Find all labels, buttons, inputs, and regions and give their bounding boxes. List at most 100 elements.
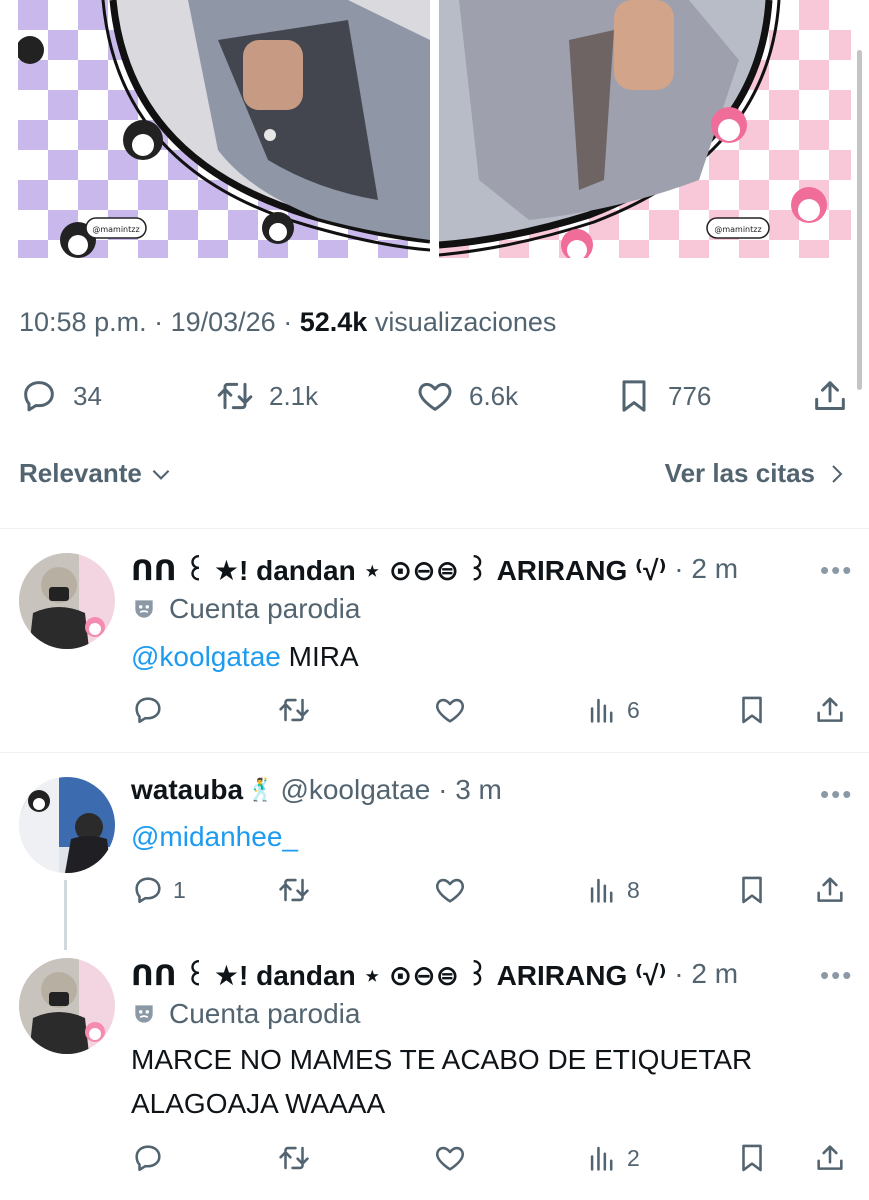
name-emoji: 🕺 [247,777,275,802]
bookmark-icon [742,696,762,724]
like-button[interactable] [433,865,467,915]
bar-chart-icon [590,698,613,723]
sort-relevance-dropdown[interactable]: Relevante [19,458,174,489]
bookmark-button[interactable] [735,1133,769,1183]
views-count[interactable]: 52.4k [300,307,368,337]
tweet-date[interactable]: 19/03/26 [171,307,276,337]
tweet-timestamp: 10:58 p.m. · 19/03/26 · 52.4k visualizac… [19,307,557,337]
retweet-icon [279,1146,309,1170]
view-quotes-link[interactable]: Ver las citas [665,458,849,489]
avatar[interactable] [19,958,115,1054]
reply-time[interactable]: 2 m [691,553,738,585]
avatar[interactable] [19,777,115,873]
scrollbar[interactable] [857,50,862,390]
chevron-down-icon [152,469,170,480]
like-button[interactable] [433,1133,467,1183]
reply-time[interactable]: 3 m [455,774,502,806]
share-button[interactable] [813,1133,847,1183]
avatar[interactable] [19,553,115,649]
tweet-action-bar: 34 2.1k 6.6k 776 [0,368,869,424]
bar-chart-icon [590,878,613,903]
divider [0,752,869,753]
reply-header: ᑎᑎ ꒰ ★! dandan ⋆ ⊙⊖⊜ ꒱ ARIRANG ⁽√⁾ · 2 m [131,955,738,992]
reply-action-bar: 1 8 [0,865,869,915]
bar-chart-icon [590,1146,613,1171]
reply-time[interactable]: 2 m [691,958,738,990]
share-icon [817,877,843,902]
share-icon [817,697,843,722]
reply-count: 1 [173,876,186,903]
reply-icon [135,1145,161,1172]
reply-text-line: ALAGOAJA WAAAA [131,1088,386,1119]
bookmark-button[interactable] [735,865,769,915]
bookmark-count: 776 [668,380,712,411]
reply-button[interactable]: 34 [19,368,102,424]
reply-text-body: MIRA [280,641,359,672]
tweet-image-left[interactable]: @mamintzz [18,0,430,258]
views-count: 8 [627,876,640,903]
reply-text-line: MARCE NO MAMES TE ACABO DE ETIQUETAR [131,1044,753,1075]
divider [0,528,869,529]
parody-label: Cuenta parodia [131,998,360,1030]
reply-action-bar: 6 [0,685,869,735]
retweet-button[interactable]: 2.1k [215,368,318,424]
heart-icon [436,1146,464,1171]
like-button[interactable] [433,685,467,735]
retweet-button[interactable] [277,865,311,915]
share-button[interactable] [813,685,847,735]
parody-text: Cuenta parodia [169,593,361,624]
watermark-left: @mamintzz [92,225,139,234]
views-button[interactable]: 8 [585,865,640,915]
heart-icon [436,878,464,903]
theater-masks-icon [135,600,153,618]
reply-icon [135,697,161,724]
retweet-icon [217,382,253,410]
more-options-icon[interactable]: ••• [820,779,853,810]
reply-button[interactable] [131,685,165,735]
reply-icon [135,877,161,904]
display-name[interactable]: watauba [131,774,243,806]
share-icon [817,1145,843,1170]
reply-sort-row: Relevante Ver las citas [19,458,849,502]
reply-text: @midanhee_ [131,815,298,859]
reply-button[interactable]: 1 [131,865,186,915]
bookmark-button[interactable]: 776 [614,368,711,424]
mention-link[interactable]: @midanhee_ [131,821,298,852]
views-count: 2 [627,1144,640,1171]
views-button[interactable]: 2 [585,1133,640,1183]
tweet-image-right[interactable]: @mamintzz [439,0,851,258]
reply-button[interactable] [131,1133,165,1183]
retweet-icon [279,698,309,722]
display-name[interactable]: ᑎᑎ ꒰ ★! dandan ⋆ ⊙⊖⊜ ꒱ ARIRANG ⁽√⁾ [131,550,667,587]
tweet-time[interactable]: 10:58 p.m. [19,307,147,337]
reply-action-bar: 2 [0,1133,869,1183]
display-name[interactable]: ᑎᑎ ꒰ ★! dandan ⋆ ⊙⊖⊜ ꒱ ARIRANG ⁽√⁾ [131,955,667,992]
reply-header: watauba 🕺 @koolgatae · 3 m [131,774,502,806]
like-count: 6.6k [469,380,519,411]
views-button[interactable]: 6 [585,685,640,735]
reply-icon [24,381,54,412]
reply-header: ᑎᑎ ꒰ ★! dandan ⋆ ⊙⊖⊜ ꒱ ARIRANG ⁽√⁾ · 2 m [131,550,738,587]
share-button[interactable] [813,865,847,915]
retweet-button[interactable] [277,685,311,735]
views-label: visualizaciones [374,307,557,337]
user-handle[interactable]: @koolgatae [280,774,430,806]
retweet-button[interactable] [277,1133,311,1183]
reply-count: 34 [73,380,102,411]
heart-icon [418,382,452,411]
reply-text: @koolgatae MIRA [131,635,359,679]
watermark-right: @mamintzz [714,225,761,234]
retweet-count: 2.1k [269,380,319,411]
parody-label: Cuenta parodia [131,593,360,625]
bookmark-icon [622,380,646,412]
mention-link[interactable]: @koolgatae [131,641,281,672]
bookmark-icon [742,1144,762,1172]
more-options-icon[interactable]: ••• [820,960,853,991]
bookmark-button[interactable] [735,685,769,735]
view-quotes-label: Ver las citas [664,458,815,488]
more-options-icon[interactable]: ••• [820,555,853,586]
views-count: 6 [627,696,640,723]
share-button[interactable] [810,368,850,424]
like-button[interactable]: 6.6k [415,368,518,424]
theater-masks-icon [135,1005,153,1023]
